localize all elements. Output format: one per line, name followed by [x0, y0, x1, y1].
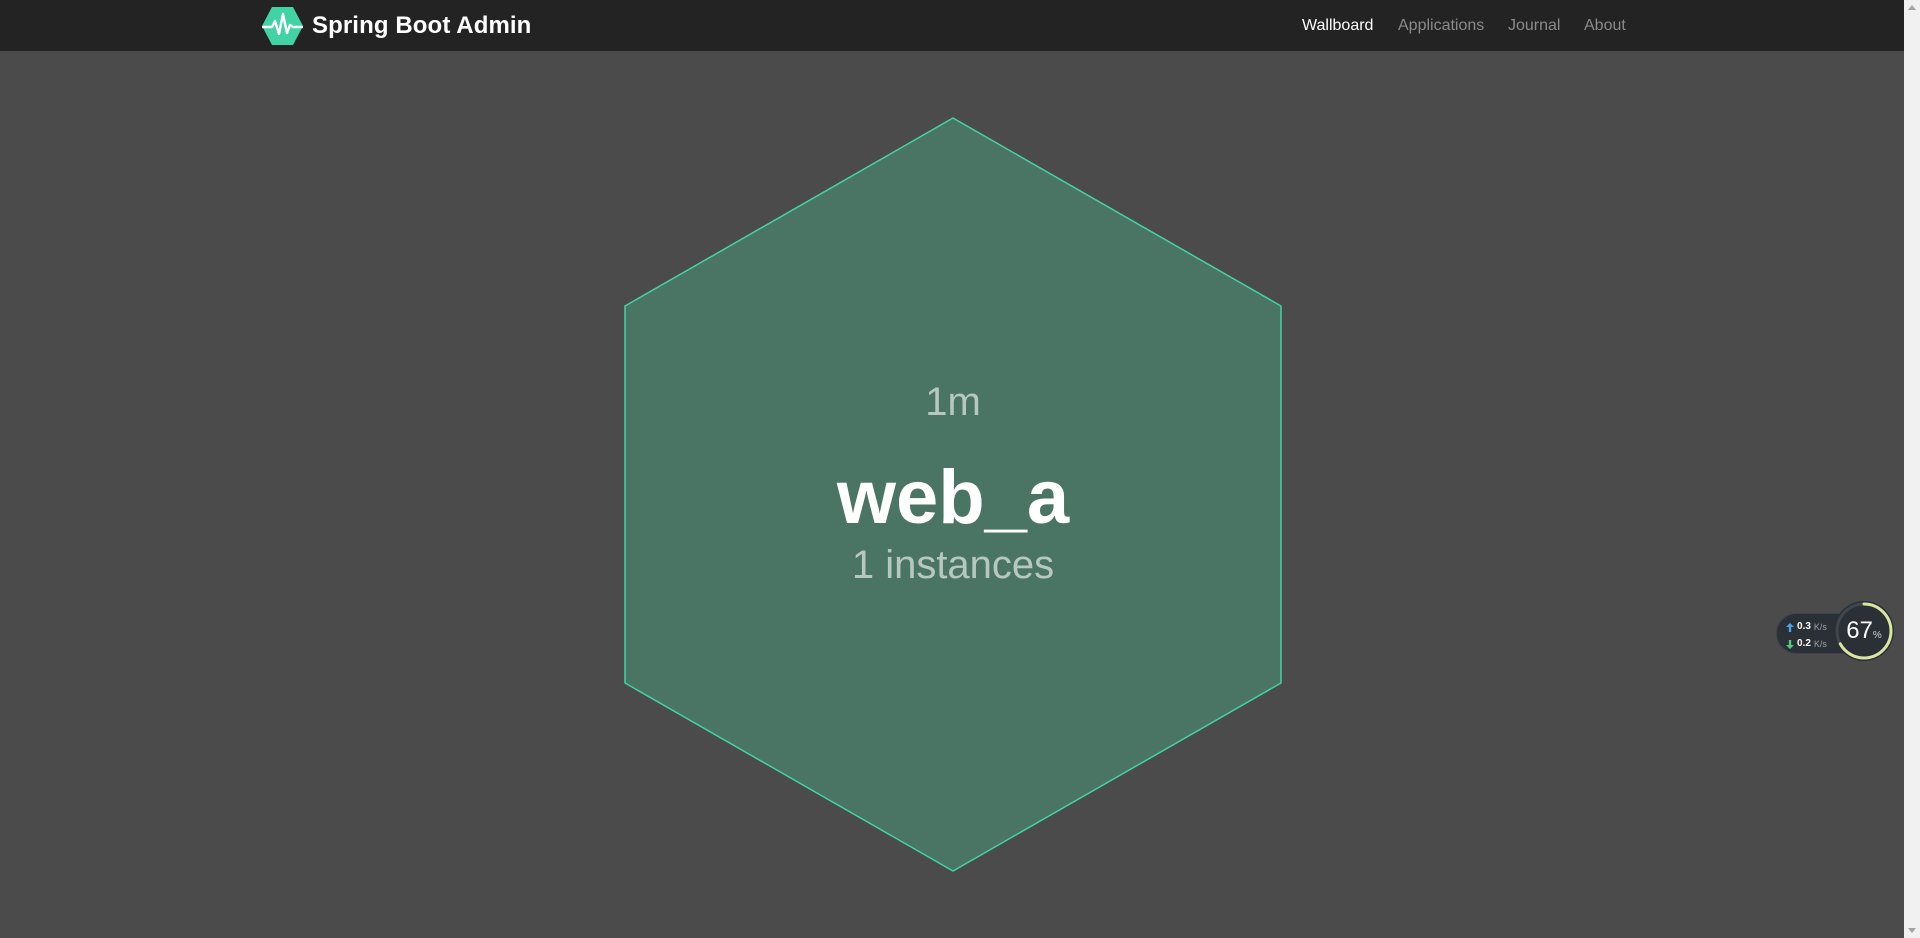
upload-speed-unit: K/s — [1813, 622, 1827, 632]
usage-value: 67 — [1846, 617, 1873, 644]
wallboard: 1m web_a 1 instances — [0, 51, 1904, 938]
download-speed-value: 0.2 — [1797, 638, 1811, 649]
page-scrollbar[interactable] — [1904, 0, 1920, 938]
application-hexagon-web-a[interactable]: 1m web_a 1 instances — [623, 117, 1283, 872]
nav-menu: Wallboard Applications Journal About — [0, 0, 1904, 51]
nav-item-wallboard[interactable]: Wallboard — [1302, 17, 1373, 35]
nav-item-about[interactable]: About — [1584, 17, 1626, 35]
nav-item-journal[interactable]: Journal — [1508, 17, 1560, 35]
usage-unit: % — [1872, 630, 1882, 641]
download-speed: 0.2 K/s — [1786, 638, 1827, 650]
scroll-up-arrow[interactable] — [1908, 5, 1916, 10]
hexagon-shape — [624, 117, 1282, 872]
network-speed-widget[interactable]: 0.3 K/s 0.2 K/s 67% — [1776, 601, 1896, 663]
upload-speed: 0.3 K/s — [1786, 621, 1827, 633]
usage-gauge-label: 67% — [1834, 617, 1894, 645]
usage-gauge: 67% — [1834, 601, 1894, 661]
arrow-down-icon — [1786, 639, 1794, 649]
top-navbar: Spring Boot Admin Wallboard Applications… — [0, 0, 1904, 51]
hexagon-outline — [624, 117, 1282, 872]
scroll-down-arrow[interactable] — [1908, 928, 1916, 933]
upload-speed-value: 0.3 — [1797, 621, 1811, 632]
nav-item-applications[interactable]: Applications — [1398, 17, 1484, 35]
download-speed-unit: K/s — [1813, 639, 1827, 649]
arrow-up-icon — [1786, 622, 1794, 632]
